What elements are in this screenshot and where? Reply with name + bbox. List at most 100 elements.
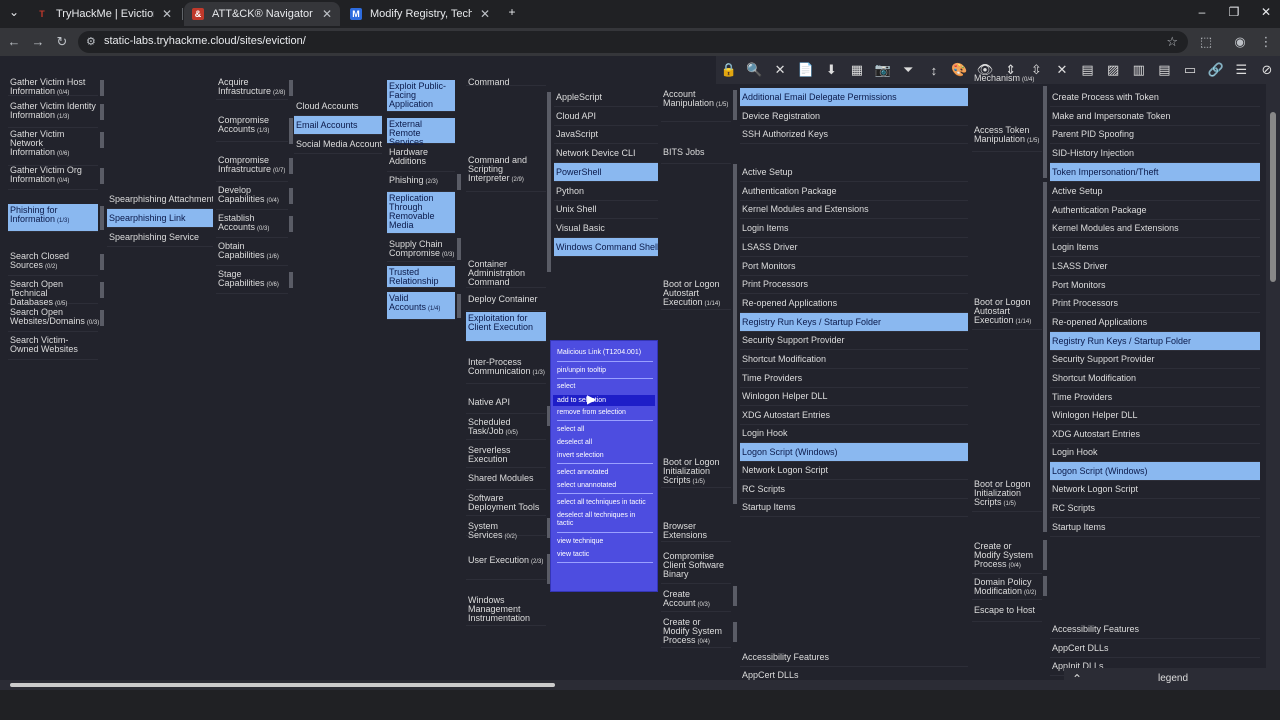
subtechnique-cell[interactable]: Unix Shell <box>554 200 658 220</box>
navigator-tool-icon[interactable]: ▤ <box>1154 62 1174 78</box>
subtechnique-cell[interactable]: Print Processors <box>1050 294 1260 314</box>
technique-cell[interactable]: Search Closed Sources (0/2) <box>8 250 98 276</box>
navigator-tool-icon[interactable]: 📄 <box>796 62 816 78</box>
technique-cell[interactable]: Establish Accounts (0/3) <box>216 212 288 238</box>
navigator-tool-icon[interactable]: ↕ <box>924 63 944 78</box>
subtechnique-cell[interactable]: Token Impersonation/Theft <box>1050 162 1260 182</box>
tab-attack-navigator[interactable]: & ATT&CK® Navigator ✕ <box>184 2 340 26</box>
subtechnique-cell[interactable]: Social Media Accounts <box>294 135 382 154</box>
subtechnique-cell[interactable]: Login Items <box>1050 238 1260 258</box>
technique-cell[interactable]: Develop Capabilities (0/4) <box>216 184 288 210</box>
technique-cell[interactable]: Boot or Logon Autostart Execution (1/14) <box>661 278 731 310</box>
menu-item-pin-tooltip[interactable]: pin/unpin tooltip <box>557 367 653 375</box>
technique-cell[interactable]: Shared Modules <box>466 472 546 490</box>
subtechnique-toggle[interactable] <box>100 80 104 96</box>
technique-cell[interactable]: Compromise Infrastructure (0/7) <box>216 154 288 182</box>
technique-cell[interactable]: Search Open Technical Databases (0/5) <box>8 278 98 307</box>
menu-item-deselect-all[interactable]: deselect all <box>557 439 653 447</box>
subtechnique-cell[interactable]: Network Logon Script <box>740 461 968 481</box>
legend-bar[interactable]: ⌃ legend <box>1064 668 1280 690</box>
navigator-tool-icon[interactable]: ✕ <box>1052 62 1072 78</box>
subtechnique-cell[interactable]: Additional Email Delegate Permissions <box>740 88 968 107</box>
subtechnique-cell[interactable]: Spearphishing Attachment <box>107 190 213 209</box>
menu-item-select-all[interactable]: select all <box>557 426 653 434</box>
subtechnique-toggle[interactable] <box>1043 86 1047 178</box>
menu-item-select[interactable]: select <box>557 383 653 391</box>
subtechnique-toggle[interactable] <box>100 168 104 184</box>
technique-cell[interactable]: Obtain Capabilities (1/6) <box>216 240 288 266</box>
technique-cell[interactable]: Acquire Infrastructure (2/8) <box>216 76 288 100</box>
vertical-scrollbar[interactable] <box>1266 84 1280 680</box>
subtechnique-cell[interactable]: Logon Script (Windows) <box>1050 461 1260 481</box>
subtechnique-toggle[interactable] <box>289 118 293 144</box>
back-icon[interactable]: ← <box>6 34 22 49</box>
subtechnique-toggle[interactable] <box>457 238 461 260</box>
subtechnique-cell[interactable]: Login Hook <box>740 424 968 443</box>
subtechnique-toggle[interactable] <box>100 254 104 270</box>
subtechnique-cell[interactable]: Port Monitors <box>740 257 968 276</box>
technique-cell[interactable]: Phishing (2/3) <box>387 174 455 192</box>
subtechnique-cell[interactable]: Winlogon Helper DLL <box>740 387 968 407</box>
technique-cell[interactable]: Deploy Container <box>466 293 546 311</box>
extensions-icon[interactable]: ⬚ <box>1198 34 1214 50</box>
technique-cell[interactable]: Search Open Websites/Domains (0/3) <box>8 306 99 332</box>
technique-cell[interactable]: Create or Modify System Process (0/4) <box>661 616 731 648</box>
subtechnique-toggle[interactable] <box>289 188 293 204</box>
subtechnique-cell[interactable]: Startup Items <box>740 498 968 518</box>
technique-cell[interactable]: Windows Management Instrumentation <box>466 594 546 626</box>
subtechnique-cell[interactable]: Winlogon Helper DLL <box>1050 406 1260 426</box>
subtechnique-toggle[interactable] <box>1043 182 1047 532</box>
scroll-thumb[interactable] <box>1270 112 1276 282</box>
subtechnique-cell[interactable]: Port Monitors <box>1050 276 1260 295</box>
subtechnique-cell[interactable]: Print Processors <box>740 275 968 295</box>
subtechnique-cell[interactable]: Create Process with Token <box>1050 88 1260 107</box>
subtechnique-cell[interactable]: Security Support Provider <box>1050 350 1260 370</box>
subtechnique-toggle[interactable] <box>457 294 461 318</box>
subtechnique-cell[interactable]: Shortcut Modification <box>740 350 968 369</box>
subtechnique-toggle[interactable] <box>100 310 104 326</box>
subtechnique-cell[interactable]: AppCert DLLs <box>1050 639 1260 658</box>
subtechnique-toggle[interactable] <box>547 92 551 272</box>
technique-cell[interactable]: User Execution (2/3) <box>466 554 546 580</box>
subtechnique-cell[interactable]: LSASS Driver <box>740 238 968 257</box>
navigator-tool-icon[interactable]: 🎨 <box>949 62 969 78</box>
technique-cell[interactable]: Compromise Accounts (1/3) <box>216 114 288 142</box>
technique-cell[interactable]: Supply Chain Compromise (0/3) <box>387 238 455 262</box>
subtechnique-cell[interactable]: Network Logon Script <box>1050 480 1260 500</box>
profile-icon[interactable]: ◉ <box>1232 34 1248 50</box>
navigator-tool-icon[interactable]: ⏷ <box>898 62 918 78</box>
subtechnique-toggle[interactable] <box>733 90 737 120</box>
navigator-tool-icon[interactable]: ⊘ <box>1257 62 1277 78</box>
subtechnique-cell[interactable]: Parent PID Spoofing <box>1050 125 1260 145</box>
subtechnique-cell[interactable]: Python <box>554 182 658 201</box>
subtechnique-cell[interactable]: PowerShell <box>554 162 658 182</box>
scroll-thumb[interactable] <box>10 683 555 687</box>
subtechnique-toggle[interactable] <box>733 586 737 606</box>
close-tab-icon[interactable]: ✕ <box>322 7 332 21</box>
technique-cell[interactable]: Inter-Process Communication (1/3) <box>466 356 546 384</box>
technique-cell[interactable]: System Services (0/2) <box>466 520 546 540</box>
bookmark-star-icon[interactable]: ☆ <box>1166 34 1178 50</box>
subtechnique-cell[interactable]: Registry Run Keys / Startup Folder <box>740 312 968 332</box>
subtechnique-toggle[interactable] <box>457 174 461 190</box>
subtechnique-cell[interactable]: Time Providers <box>1050 388 1260 407</box>
technique-cell[interactable]: Stage Capabilities (0/6) <box>216 268 288 294</box>
subtechnique-cell[interactable]: Active Setup <box>1050 182 1260 201</box>
technique-cell[interactable]: Boot or Logon Initialization Scripts (1/5… <box>661 456 731 488</box>
navigator-tool-icon[interactable]: ☰ <box>1231 62 1251 78</box>
close-tab-icon[interactable]: ✕ <box>162 7 172 21</box>
technique-cell[interactable]: Boot or Logon Autostart Execution (1/14) <box>972 296 1042 330</box>
navigator-tool-icon[interactable]: 🔒 <box>719 62 739 78</box>
navigator-tool-icon[interactable]: ✕ <box>770 62 790 78</box>
tab-tryhackme[interactable]: T TryHackMe | Eviction ✕ <box>28 2 180 26</box>
subtechnique-cell[interactable]: Authentication Package <box>1050 201 1260 220</box>
subtechnique-cell[interactable]: Email Accounts <box>294 116 382 135</box>
reload-icon[interactable]: ↻ <box>54 34 70 50</box>
subtechnique-cell[interactable]: SSH Authorized Keys <box>740 125 968 145</box>
subtechnique-toggle[interactable] <box>100 206 104 230</box>
subtechnique-cell[interactable]: RC Scripts <box>740 480 968 499</box>
subtechnique-toggle[interactable] <box>1043 576 1047 596</box>
subtechnique-cell[interactable]: Windows Command Shell <box>554 237 658 257</box>
technique-cell[interactable]: Software Deployment Tools <box>466 492 546 516</box>
subtechnique-cell[interactable]: Authentication Package <box>740 182 968 201</box>
